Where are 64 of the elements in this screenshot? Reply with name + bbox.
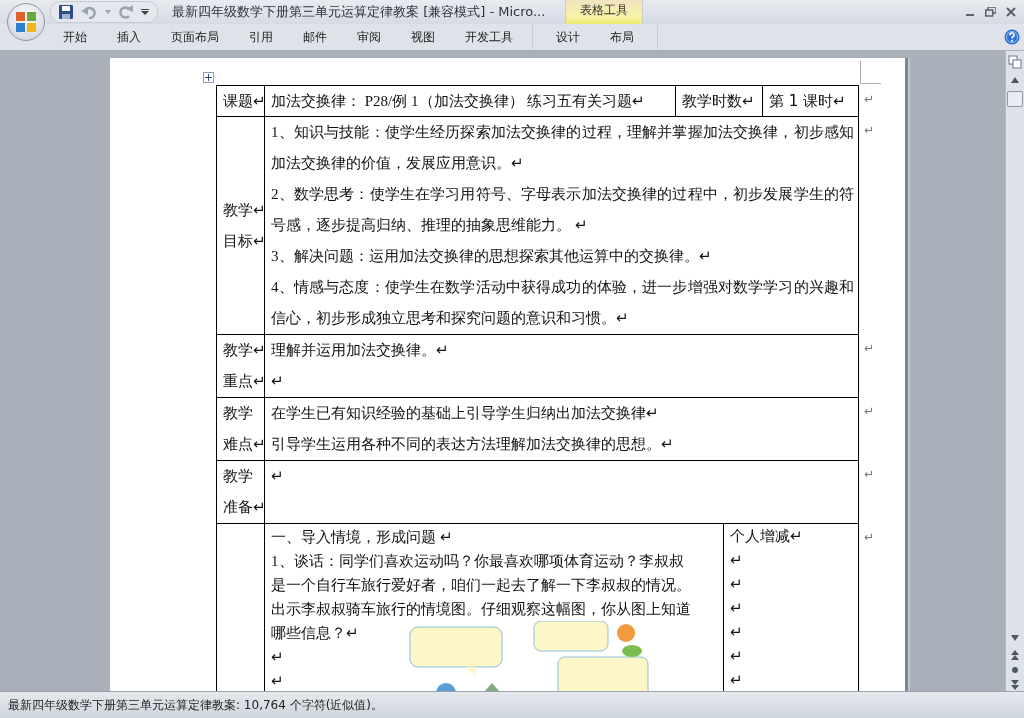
ribbon-tab[interactable]: 布局	[595, 25, 649, 49]
ribbon-tab[interactable]: 视图	[396, 25, 450, 49]
row-end-mark: ↵	[863, 404, 874, 418]
save-icon[interactable]	[59, 5, 73, 19]
table-cell: 课题↵	[217, 86, 265, 116]
scroll-thumb[interactable]	[1007, 91, 1023, 107]
restore-icon[interactable]	[985, 7, 996, 17]
ribbon-tab[interactable]: 开发工具	[450, 25, 528, 49]
row-label: 教学	[223, 466, 254, 487]
previous-page-icon[interactable]	[1008, 649, 1022, 661]
context-tab-group: 表格工具	[565, 0, 644, 24]
paragraph: 个人增减↵	[730, 527, 804, 546]
close-icon[interactable]	[1006, 7, 1016, 17]
table-cell: 教学时数↵	[676, 86, 763, 116]
paragraph: 引导学生运用各种不同的表达方法理解加法交换律的思想。↵	[271, 435, 675, 454]
customize-caret-icon[interactable]	[141, 9, 149, 15]
row-label: 准备↵	[223, 497, 264, 518]
ribbon-tab[interactable]: 审阅	[342, 25, 396, 49]
status-text: 最新四年级数学下册第三单元运算定律教案: 10,764 个字符(近似值)。	[8, 696, 384, 714]
help-icon[interactable]	[1004, 29, 1020, 45]
paragraph: 理解并运用加法交换律。↵	[271, 341, 450, 360]
paragraph: ↵	[730, 671, 744, 690]
paragraph: 一、导入情境，形成问题 ↵	[271, 528, 454, 547]
row-label: 重点↵	[223, 371, 264, 392]
row-label: 教学↵	[223, 199, 264, 221]
page-corner-mark	[860, 61, 881, 84]
paragraph: 4、情感与态度：使学生在数学活动中获得成功的体验，进一步增强对数学学习的兴趣和信心，初步形成独立思考和探究问题的意识和习惯。↵	[271, 278, 854, 328]
row-label: 教学↵	[223, 340, 264, 361]
ribbon-tab[interactable]: 邮件	[288, 25, 342, 49]
paragraph: ↵	[271, 467, 285, 486]
paragraph: ↵	[730, 599, 744, 618]
paragraph: ↵	[730, 623, 744, 642]
paragraph: 1、知识与技能：使学生经历探索加法交换律的过程，理解并掌握加法交换律，初步感知加法交换律的价值，发展应用意识。↵	[271, 123, 854, 173]
table-move-handle-icon[interactable]	[203, 72, 214, 83]
paragraph: ↵	[271, 372, 285, 391]
paragraph: 2、数学思考：使学生在学习用符号、字母表示加法交换律的过程中，初步发展学生的符号感，逐步提高归纳、推理的抽象思维能力。 ↵	[271, 185, 854, 235]
ribbon-tab[interactable]: 插入	[102, 25, 156, 49]
row-end-mark: ↵	[863, 467, 874, 481]
window-title: 最新四年级数学下册第三单元运算定律教案 [兼容模式] - Micro...	[172, 3, 546, 21]
paragraph: ↵	[730, 647, 744, 666]
ribbon-tab[interactable]: 引用	[234, 25, 288, 49]
paragraph-mark: ↵	[271, 648, 285, 667]
row-end-mark: ↵	[863, 92, 874, 106]
table-cell: 加法交换律： P28/例 1（加法交换律） 练习五有关习题↵	[265, 86, 676, 116]
vertical-scrollbar[interactable]	[1005, 51, 1024, 691]
paragraph-mark: ↵	[271, 672, 285, 691]
row-label: 教学	[223, 403, 254, 424]
row-end-mark: ↵	[863, 530, 874, 544]
row-end-mark: ↵	[863, 341, 874, 355]
paragraph: 3、解决问题：运用加法交换律的思想探索其他运算中的交换律。↵	[271, 247, 713, 266]
ribbon-tab[interactable]: 设计	[541, 25, 595, 49]
office-button[interactable]	[7, 3, 45, 41]
ruler-icon[interactable]	[1008, 55, 1022, 69]
paragraph: ↵	[730, 551, 744, 570]
row-label: 目标↵	[223, 230, 264, 252]
ribbon-tab[interactable]: 开始	[48, 25, 102, 49]
table-cell-text: 第 1 课时↵	[768, 91, 847, 112]
row-label: 难点↵	[223, 434, 264, 455]
paragraph: 在学生已有知识经验的基础上引导学生归纳出加法交换律↵	[271, 404, 660, 423]
ribbon-tab[interactable]: 页面布局	[156, 25, 234, 49]
office-logo-icon	[15, 11, 37, 33]
paragraph: 1、谈话：同学们喜欢运动吗？你最喜欢哪项体育运动？李叔叔是一个自行车旅行爱好者，咱们一起去了解一下李叔叔的情况。出示李叔叔骑车旅行的情境图。仔细观察这幅图，你从图上知道哪些信息？↵	[271, 552, 692, 643]
row-end-mark: ↵	[863, 123, 874, 137]
paragraph: ↵	[730, 575, 744, 594]
